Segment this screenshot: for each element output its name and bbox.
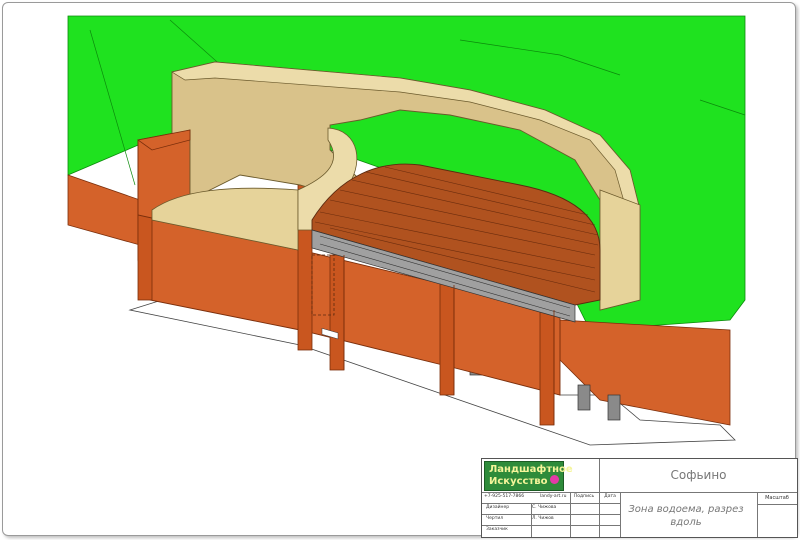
scale-label: Масштаб xyxy=(765,495,789,501)
tb-line xyxy=(570,492,571,537)
project-name: Софьино xyxy=(670,468,727,482)
brick-wall-left xyxy=(67,174,141,246)
row-drawer: Чертил xyxy=(486,516,504,521)
right-wall-face xyxy=(599,189,641,311)
logo-line-1: Ландшафтное xyxy=(489,464,573,475)
tb-line xyxy=(620,492,621,537)
company-phone: +7-925-517-7866 xyxy=(484,494,525,499)
company-logo: Ландшафтное Искусство xyxy=(484,461,573,491)
title-block: Ландшафтное Искусство +7-925-517-7866 la… xyxy=(481,458,798,538)
sheet-title: Зона водоема, разрез вдоль xyxy=(628,504,744,528)
company-site: landy-art.ru xyxy=(540,494,567,499)
col-date: Дата xyxy=(604,494,616,499)
row-customer: Заказчик xyxy=(486,527,508,532)
tb-line xyxy=(482,492,797,493)
designer-name: С. Чижова xyxy=(532,505,557,510)
tb-line xyxy=(757,492,758,537)
drawer-name: Л. Чижов xyxy=(532,516,554,521)
tb-line xyxy=(599,459,600,537)
tb-line xyxy=(757,504,797,505)
logo-line-2: Искусство xyxy=(489,476,548,487)
logo-dot xyxy=(550,475,559,484)
row-designer: Дизайнер xyxy=(486,505,510,510)
col-signature: Подпись xyxy=(573,494,595,499)
tb-line xyxy=(531,503,532,537)
